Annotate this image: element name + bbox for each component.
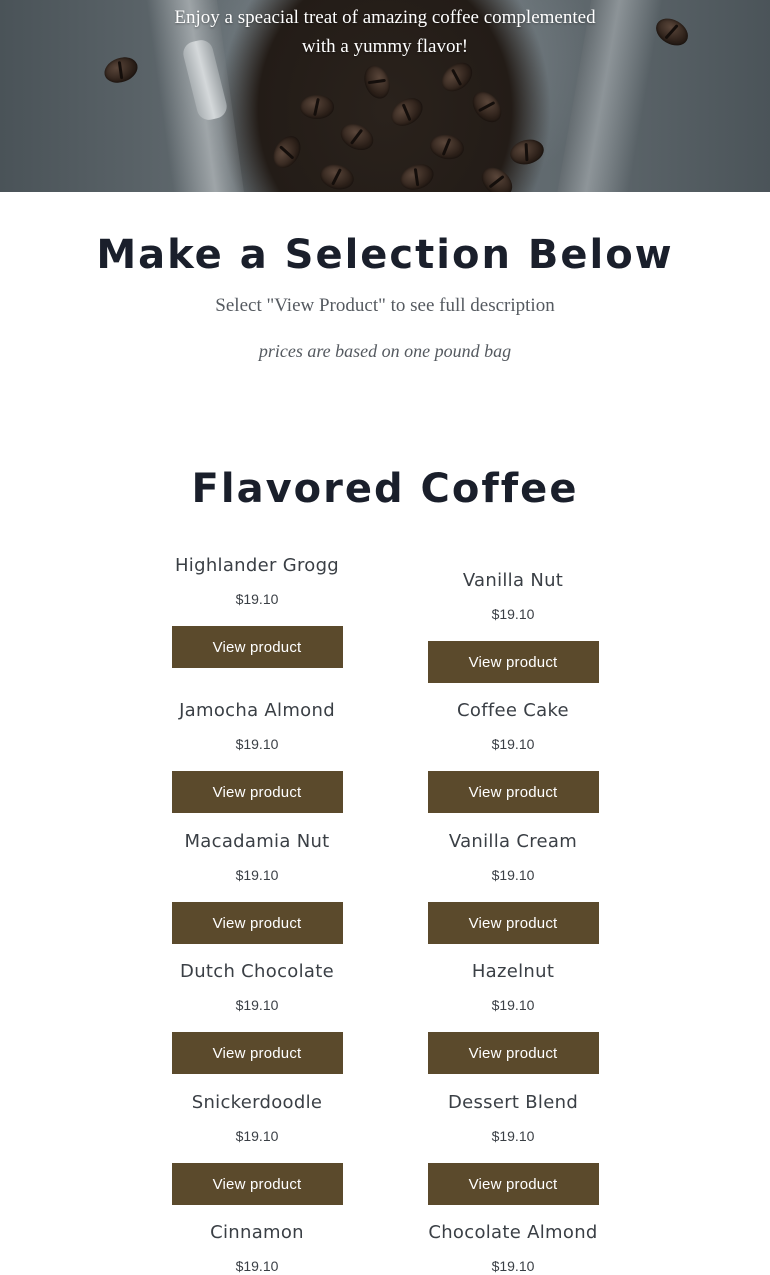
view-product-button[interactable]: View product <box>427 1163 599 1205</box>
section-title: Flavored Coffee <box>191 466 579 512</box>
product-name: Dessert Blend <box>447 1092 579 1113</box>
coffee-bean <box>300 95 334 119</box>
product-price: $19.10 <box>491 606 535 622</box>
product-card: Vanilla Nut $19.10 View product <box>383 568 643 683</box>
product-price: $19.10 <box>235 997 279 1013</box>
view-product-button[interactable]: View product <box>171 1163 343 1205</box>
coffee-bean <box>507 136 547 168</box>
product-card: Jamocha Almond $19.10 View product <box>127 698 387 813</box>
product-price: $19.10 <box>235 867 279 883</box>
view-product-button[interactable]: View product <box>171 1032 343 1074</box>
product-price: $19.10 <box>235 591 279 607</box>
product-price: $19.10 <box>235 1258 279 1274</box>
product-card: Coffee Cake $19.10 View product <box>383 698 643 813</box>
view-product-button[interactable]: View product <box>427 902 599 944</box>
coffee-bean <box>386 92 428 132</box>
product-name: Coffee Cake <box>457 700 569 721</box>
hero-tagline-line2: with a yummy flavor! <box>301 36 469 57</box>
view-product-button[interactable]: View product <box>427 771 599 813</box>
coffee-bean <box>436 56 478 98</box>
coffee-bean <box>428 132 466 162</box>
view-product-button[interactable]: View product <box>427 1032 599 1074</box>
coffee-bean <box>359 61 395 103</box>
hero-tagline: Enjoy a speacial treat of amazing coffee… <box>0 3 770 61</box>
product-card: Cinnamon $19.10 <box>127 1220 387 1275</box>
price-note: prices are based on one pound bag <box>258 341 512 361</box>
product-name: Chocolate Almond <box>428 1222 598 1243</box>
product-price: $19.10 <box>491 1258 535 1274</box>
product-name: Hazelnut <box>471 961 555 982</box>
product-price: $19.10 <box>235 1128 279 1144</box>
product-name: Cinnamon <box>210 1222 304 1243</box>
product-card: Chocolate Almond $19.10 <box>383 1220 643 1275</box>
product-card: Dutch Chocolate $19.10 View product <box>127 959 387 1074</box>
product-price: $19.10 <box>491 997 535 1013</box>
product-name: Vanilla Cream <box>448 831 578 852</box>
product-card: Hazelnut $19.10 View product <box>383 959 643 1074</box>
selection-heading: Make a Selection Below <box>96 232 674 278</box>
view-product-button[interactable]: View product <box>427 641 599 683</box>
product-name: Vanilla Nut <box>462 570 564 591</box>
product-card: Snickerdoodle $19.10 View product <box>127 1090 387 1205</box>
product-card: Highlander Grogg $19.10 View product <box>127 553 387 668</box>
hero-tagline-line1: Enjoy a speacial treat of amazing coffee… <box>174 7 596 28</box>
view-product-button[interactable]: View product <box>171 902 343 944</box>
product-card: Vanilla Cream $19.10 View product <box>383 829 643 944</box>
product-name: Dutch Chocolate <box>180 961 334 982</box>
coffee-bean <box>396 159 438 192</box>
view-product-button[interactable]: View product <box>171 626 343 668</box>
coffee-bean <box>336 118 378 156</box>
product-price: $19.10 <box>491 867 535 883</box>
product-price: $19.10 <box>491 736 535 752</box>
selection-subtitle: Select "View Product" to see full descri… <box>215 295 555 316</box>
product-name: Macadamia Nut <box>184 831 330 852</box>
coffee-bean <box>268 131 306 173</box>
coffee-bean <box>476 161 518 192</box>
product-price: $19.10 <box>235 736 279 752</box>
product-name: Highlander Grogg <box>174 555 340 576</box>
coffee-bean <box>317 161 357 192</box>
product-price: $19.10 <box>491 1128 535 1144</box>
hero-banner: Enjoy a speacial treat of amazing coffee… <box>0 0 770 192</box>
view-product-button[interactable]: View product <box>171 771 343 813</box>
coffee-bean <box>466 86 508 128</box>
product-card: Macadamia Nut $19.10 View product <box>127 829 387 944</box>
product-name: Snickerdoodle <box>191 1092 323 1113</box>
product-name: Jamocha Almond <box>179 700 335 721</box>
product-card: Dessert Blend $19.10 View product <box>383 1090 643 1205</box>
